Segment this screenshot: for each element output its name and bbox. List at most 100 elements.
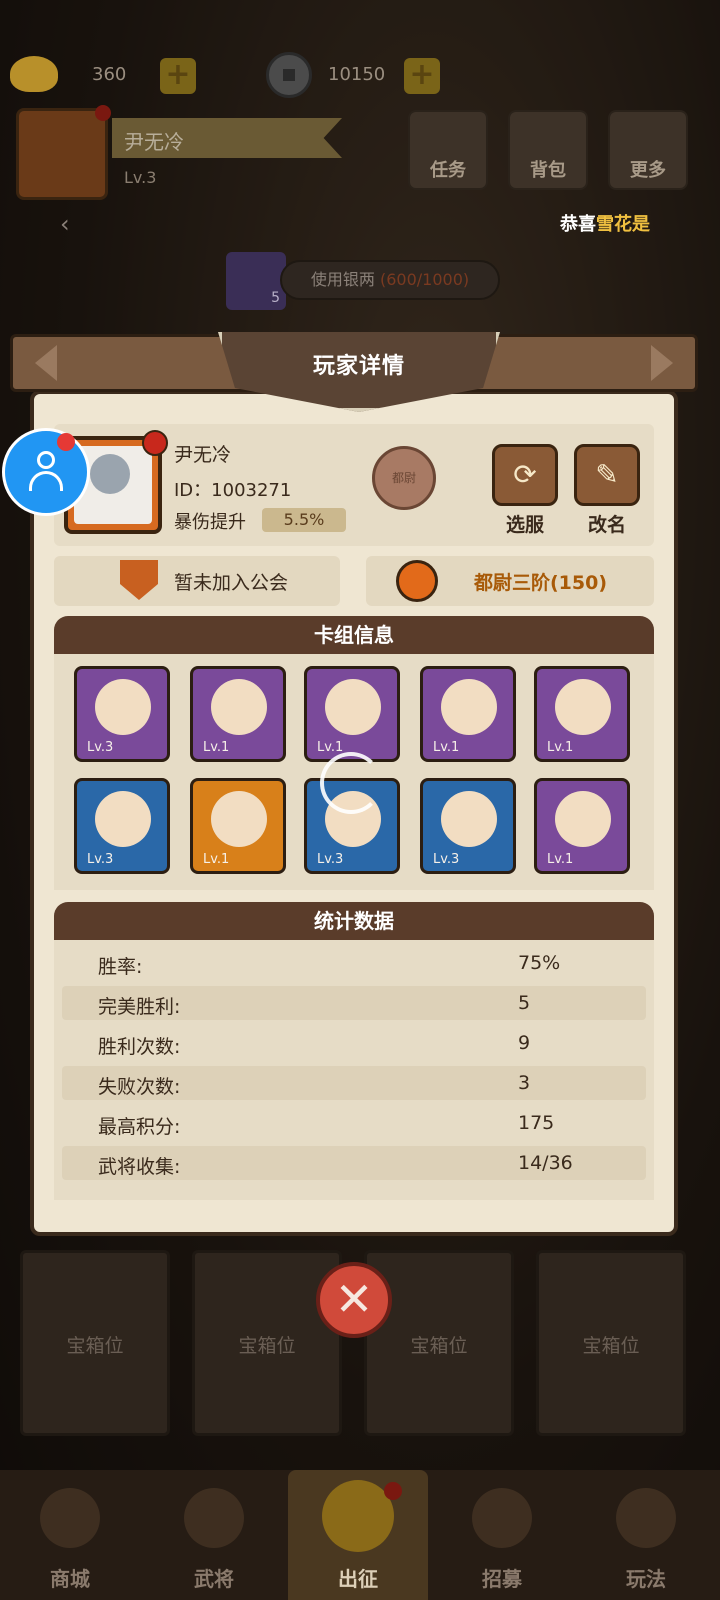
deck-card[interactable]: Lv.1 bbox=[534, 666, 630, 762]
deck-section-header: 卡组信息 bbox=[54, 616, 654, 654]
ingot-count: 360 bbox=[92, 64, 127, 85]
nav-shop[interactable]: 商城 bbox=[0, 1470, 140, 1600]
crit-label: 暴伤提升 bbox=[174, 512, 246, 533]
outfit-label: 选服 bbox=[505, 514, 544, 536]
announcement-highlight: 雪花是 bbox=[596, 214, 650, 235]
stats-section-header: 统计数据 bbox=[54, 902, 654, 940]
gold-ingot-icon bbox=[10, 56, 58, 92]
nav-recruit[interactable]: 招募 bbox=[432, 1470, 572, 1600]
card-level: Lv.3 bbox=[87, 852, 114, 867]
stat-row: 武将收集: 14/36 bbox=[62, 1146, 646, 1180]
shop-icon bbox=[40, 1488, 100, 1548]
pack-count: 5 bbox=[271, 290, 280, 306]
chest-slot[interactable]: 宝箱位 bbox=[192, 1250, 342, 1436]
notification-dot bbox=[95, 105, 111, 121]
card-level: Lv.1 bbox=[547, 852, 574, 867]
card-level: Lv.1 bbox=[433, 740, 460, 755]
guild-status: 暂未加入公会 bbox=[174, 572, 289, 594]
general-portrait-icon bbox=[90, 454, 130, 494]
currency-bar: 360 + 10150 + bbox=[10, 52, 450, 98]
general-portrait-icon bbox=[441, 791, 497, 847]
nav-battle[interactable]: 出征 bbox=[288, 1470, 428, 1600]
chest-slot[interactable]: 宝箱位 bbox=[536, 1250, 686, 1436]
pavilion-icon bbox=[616, 1488, 676, 1548]
stat-row: 胜率: 75% bbox=[62, 946, 646, 980]
more-button[interactable]: 更多 bbox=[608, 110, 688, 190]
dialog-title: 玩家详情 bbox=[312, 354, 405, 379]
player-name: 尹无冷 bbox=[124, 130, 184, 154]
silver-use-bar[interactable]: 5 使用银两 (600/1000) bbox=[226, 252, 502, 310]
task-button[interactable]: 任务 bbox=[408, 110, 488, 190]
stat-value: 9 bbox=[518, 1032, 531, 1054]
stat-value: 3 bbox=[518, 1072, 531, 1094]
card-level: Lv.3 bbox=[87, 740, 114, 755]
stat-label: 武将收集: bbox=[98, 1156, 181, 1178]
notification-dot bbox=[384, 1482, 402, 1500]
loading-spinner bbox=[320, 752, 382, 814]
rename-label: 改名 bbox=[587, 514, 626, 536]
stat-label: 胜利次数: bbox=[98, 1036, 181, 1058]
stat-row: 最高积分: 175 bbox=[62, 1106, 646, 1140]
stat-row: 胜利次数: 9 bbox=[62, 1026, 646, 1060]
rank-emblem-icon: 都尉 bbox=[372, 446, 436, 510]
stat-row: 完美胜利: 5 bbox=[62, 986, 646, 1020]
stat-label: 完美胜利: bbox=[98, 996, 181, 1018]
deck-card[interactable]: Lv.1 bbox=[304, 666, 400, 762]
chevron-left-icon[interactable]: ‹ bbox=[60, 210, 70, 238]
silver-progress: (600/1000) bbox=[379, 270, 470, 289]
player-id: ID：1003271 bbox=[174, 480, 292, 501]
card-level: Lv.1 bbox=[203, 852, 230, 867]
floating-assistant-button[interactable] bbox=[2, 428, 90, 516]
card-level: Lv.3 bbox=[433, 852, 460, 867]
stat-label: 失败次数: bbox=[98, 1076, 181, 1098]
refresh-icon: ⟳ bbox=[513, 458, 537, 491]
bag-label: 背包 bbox=[530, 160, 566, 181]
general-portrait-icon bbox=[95, 679, 151, 735]
add-ingot-button[interactable]: + bbox=[160, 58, 196, 94]
rank-text: 都尉三阶(150) bbox=[474, 572, 608, 594]
stat-label: 最高积分: bbox=[98, 1116, 181, 1138]
bag-button[interactable]: 背包 bbox=[508, 110, 588, 190]
nav-play[interactable]: 玩法 bbox=[576, 1470, 716, 1600]
rank-pouch-icon bbox=[396, 560, 438, 602]
deck-card[interactable]: Lv.1 bbox=[420, 666, 516, 762]
stat-value: 175 bbox=[518, 1112, 555, 1134]
notification-dot bbox=[57, 433, 75, 451]
chest-slot[interactable]: 宝箱位 bbox=[20, 1250, 170, 1436]
general-portrait-icon bbox=[325, 679, 381, 735]
player-level: Lv.3 bbox=[124, 168, 157, 187]
task-label: 任务 bbox=[430, 160, 466, 181]
general-portrait-icon bbox=[95, 791, 151, 847]
detail-player-name: 尹无冷 bbox=[174, 444, 232, 466]
player-avatar[interactable] bbox=[16, 105, 111, 200]
announcement-text: 恭喜雪花是 bbox=[560, 214, 650, 235]
stat-row: 失败次数: 3 bbox=[62, 1066, 646, 1100]
rename-button[interactable]: ✎ bbox=[574, 444, 640, 506]
stat-value: 75% bbox=[518, 952, 561, 974]
use-silver-button[interactable]: 使用银两 (600/1000) bbox=[280, 260, 500, 300]
outfit-button[interactable]: ⟳ bbox=[492, 444, 558, 506]
scroll-icon bbox=[472, 1488, 532, 1548]
card-pack-icon: 5 bbox=[226, 252, 286, 310]
card-level: Lv.1 bbox=[203, 740, 230, 755]
general-icon bbox=[184, 1488, 244, 1548]
user-icon bbox=[37, 451, 55, 469]
more-label: 更多 bbox=[630, 160, 666, 181]
general-portrait-icon bbox=[555, 679, 611, 735]
deck-card[interactable]: Lv.1 bbox=[190, 778, 286, 874]
stat-value: 14/36 bbox=[518, 1152, 573, 1174]
deck-card[interactable]: Lv.1 bbox=[190, 666, 286, 762]
general-portrait-icon bbox=[211, 791, 267, 847]
nav-generals[interactable]: 武将 bbox=[144, 1470, 284, 1600]
add-coin-button[interactable]: + bbox=[404, 58, 440, 94]
notification-dot bbox=[142, 430, 168, 456]
deck-card[interactable]: Lv.3 bbox=[74, 666, 170, 762]
deck-card[interactable]: Lv.1 bbox=[534, 778, 630, 874]
general-portrait-icon bbox=[441, 679, 497, 735]
stat-value: 5 bbox=[518, 992, 531, 1014]
chest-slot[interactable]: 宝箱位 bbox=[364, 1250, 514, 1436]
deck-card[interactable]: Lv.3 bbox=[420, 778, 516, 874]
close-dialog-button[interactable]: ✕ bbox=[316, 1262, 392, 1338]
deck-card[interactable]: Lv.3 bbox=[74, 778, 170, 874]
card-level: Lv.1 bbox=[547, 740, 574, 755]
